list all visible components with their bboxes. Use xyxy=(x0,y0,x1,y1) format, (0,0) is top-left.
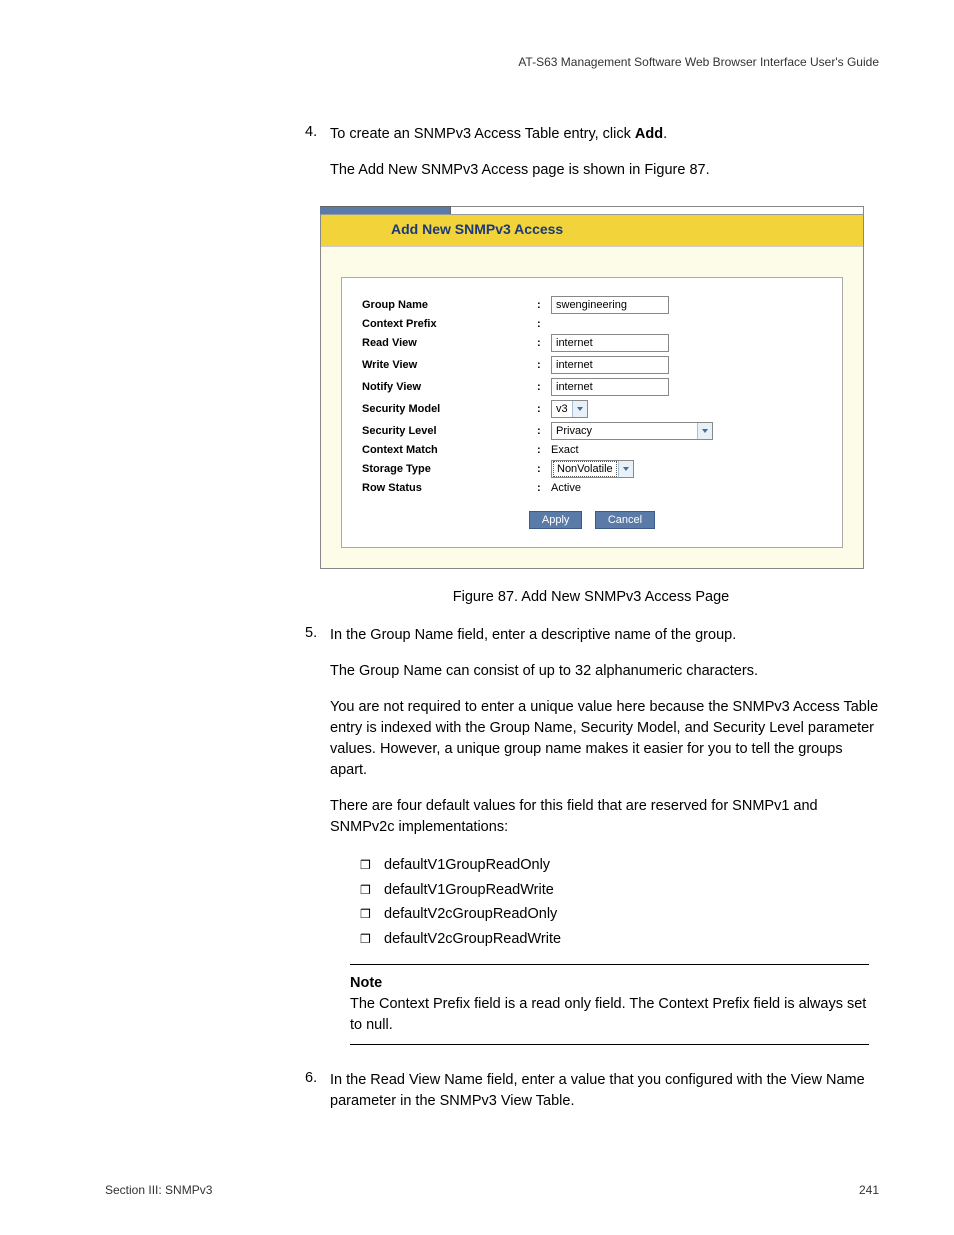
chevron-down-icon xyxy=(697,423,712,439)
row-context-match: Context Match : Exact xyxy=(362,444,822,456)
select-security-level[interactable]: Privacy xyxy=(551,422,713,440)
step-4-text-prefix: To create an SNMPv3 Access Table entry, … xyxy=(330,126,635,142)
select-storage-type[interactable]: NonVolatile xyxy=(551,460,634,478)
row-read-view: Read View : internet xyxy=(362,334,822,352)
input-write-view[interactable]: internet xyxy=(551,356,669,374)
step-5: 5. In the Group Name field, enter a desc… xyxy=(305,625,879,646)
step-4-sub: The Add New SNMPv3 Access page is shown … xyxy=(330,160,879,181)
row-group-name: Group Name : swengineering xyxy=(362,296,822,314)
row-notify-view: Notify View : internet xyxy=(362,378,822,396)
select-storage-type-value: NonVolatile xyxy=(553,461,617,477)
label-group-name: Group Name xyxy=(362,299,537,311)
bullet-3-text: defaultV2cGroupReadOnly xyxy=(384,902,557,927)
row-row-status: Row Status : Active xyxy=(362,482,822,494)
row-storage-type: Storage Type : NonVolatile xyxy=(362,460,822,478)
step-6-number: 6. xyxy=(305,1070,330,1112)
apply-button[interactable]: Apply xyxy=(529,511,583,529)
bullet-icon: ❒ xyxy=(360,904,384,924)
note-block: Note The Context Prefix field is a read … xyxy=(350,964,869,1045)
step-5-p2: You are not required to enter a unique v… xyxy=(330,697,879,781)
step-6-text: In the Read View Name field, enter a val… xyxy=(330,1070,879,1112)
bullet-4-text: defaultV2cGroupReadWrite xyxy=(384,927,561,952)
label-write-view: Write View xyxy=(362,359,537,371)
figure-caption: Figure 87. Add New SNMPv3 Access Page xyxy=(320,589,862,605)
row-security-level: Security Level : Privacy xyxy=(362,422,822,440)
list-item: ❒defaultV2cGroupReadOnly xyxy=(360,902,879,927)
select-security-model[interactable]: v3 xyxy=(551,400,588,418)
label-notify-view: Notify View xyxy=(362,381,537,393)
label-row-status: Row Status xyxy=(362,482,537,494)
bullet-2-text: defaultV1GroupReadWrite xyxy=(384,878,554,903)
value-row-status: Active xyxy=(551,482,581,494)
step-4-number: 4. xyxy=(305,124,330,145)
chevron-down-icon xyxy=(618,461,633,477)
label-read-view: Read View xyxy=(362,337,537,349)
select-security-level-value: Privacy xyxy=(552,424,596,438)
bullet-icon: ❒ xyxy=(360,880,384,900)
note-title: Note xyxy=(350,975,382,991)
label-security-model: Security Model xyxy=(362,403,537,415)
chevron-down-icon xyxy=(572,401,587,417)
step-4-text-suffix: . xyxy=(663,126,667,142)
label-context-prefix: Context Prefix xyxy=(362,318,537,330)
list-item: ❒defaultV2cGroupReadWrite xyxy=(360,927,879,952)
label-storage-type: Storage Type xyxy=(362,463,537,475)
step-5-p1: The Group Name can consist of up to 32 a… xyxy=(330,661,879,682)
step-4: 4. To create an SNMPv3 Access Table entr… xyxy=(305,124,879,145)
cancel-button[interactable]: Cancel xyxy=(595,511,655,529)
step-6: 6. In the Read View Name field, enter a … xyxy=(305,1070,879,1112)
select-security-model-value: v3 xyxy=(552,402,572,416)
value-context-match: Exact xyxy=(551,444,579,456)
step-5-p3: There are four default values for this f… xyxy=(330,796,879,838)
bullet-1-text: defaultV1GroupReadOnly xyxy=(384,853,550,878)
input-notify-view[interactable]: internet xyxy=(551,378,669,396)
footer-section: Section III: SNMPv3 xyxy=(105,1183,212,1197)
figure-title: Add New SNMPv3 Access xyxy=(391,221,563,237)
input-read-view[interactable]: internet xyxy=(551,334,669,352)
bullet-icon: ❒ xyxy=(360,929,384,949)
footer-page: 241 xyxy=(859,1183,879,1197)
row-security-model: Security Model : v3 xyxy=(362,400,822,418)
bullet-list: ❒defaultV1GroupReadOnly ❒defaultV1GroupR… xyxy=(360,853,879,952)
step-5-number: 5. xyxy=(305,625,330,646)
figure-tab-bar xyxy=(320,206,451,214)
label-context-match: Context Match xyxy=(362,444,537,456)
row-context-prefix: Context Prefix : xyxy=(362,318,822,330)
figure-87: Add New SNMPv3 Access Group Name : sweng… xyxy=(320,206,864,569)
step-4-text-bold: Add xyxy=(635,126,663,142)
step-5-text: In the Group Name field, enter a descrip… xyxy=(330,625,736,646)
row-write-view: Write View : internet xyxy=(362,356,822,374)
input-group-name[interactable]: swengineering xyxy=(551,296,669,314)
list-item: ❒defaultV1GroupReadWrite xyxy=(360,878,879,903)
list-item: ❒defaultV1GroupReadOnly xyxy=(360,853,879,878)
header-guide: AT-S63 Management Software Web Browser I… xyxy=(105,55,879,69)
bullet-icon: ❒ xyxy=(360,855,384,875)
note-body: The Context Prefix field is a read only … xyxy=(350,996,866,1033)
label-security-level: Security Level xyxy=(362,425,537,437)
